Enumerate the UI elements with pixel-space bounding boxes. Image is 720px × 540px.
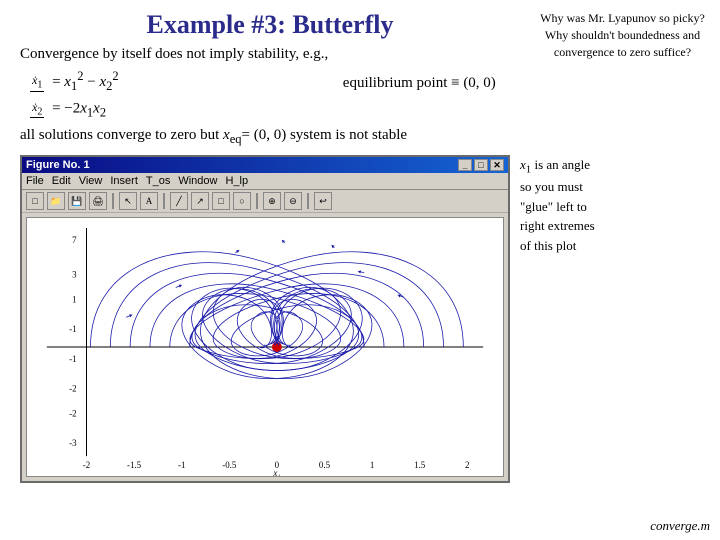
toolbar-line[interactable]: ╱ bbox=[170, 192, 188, 210]
page: Why was Mr. Lyapunov so picky? Why shoul… bbox=[0, 0, 720, 540]
svg-text:-1: -1 bbox=[178, 460, 185, 470]
window-titlebar: Figure No. 1 _ □ ✕ bbox=[22, 157, 508, 173]
window-toolbar: □ 📁 💾 🖨 ↖ A ╱ ↗ □ ○ ⊕ ⊖ ↩ bbox=[22, 190, 508, 213]
plot-svg: 7 3 1 -1 -1 -2 -2 -3 -2 -1.5 -1 -0.5 0 0… bbox=[27, 218, 503, 476]
toolbar-arrow2[interactable]: ↗ bbox=[191, 192, 209, 210]
toolbar-open[interactable]: 📁 bbox=[47, 192, 65, 210]
toolbar-arrow[interactable]: ↖ bbox=[119, 192, 137, 210]
window-controls: _ □ ✕ bbox=[458, 159, 504, 171]
menu-view[interactable]: View bbox=[79, 175, 103, 187]
menu-file[interactable]: File bbox=[26, 175, 44, 187]
top-right-note: Why was Mr. Lyapunov so picky? Why shoul… bbox=[535, 10, 710, 60]
svg-text:-1.5: -1.5 bbox=[127, 460, 142, 470]
toolbar-rect[interactable]: □ bbox=[212, 192, 230, 210]
toolbar-separator-1 bbox=[112, 193, 114, 209]
toolbar-print[interactable]: 🖨 bbox=[89, 192, 107, 210]
toolbar-new[interactable]: □ bbox=[26, 192, 44, 210]
svg-text:x₁: x₁ bbox=[272, 468, 280, 476]
equation-2: ẋ2 = −2x1x2 bbox=[30, 100, 119, 121]
close-button[interactable]: ✕ bbox=[490, 159, 504, 171]
equations-area: ẋ1 = x12 − x22 ẋ2 = −2x1x2 equilibrium p… bbox=[20, 67, 700, 123]
svg-text:-2: -2 bbox=[69, 383, 76, 393]
solutions-text: all solutions converge to zero but xeq= … bbox=[20, 127, 700, 147]
figure-plot-area: 7 3 1 -1 -1 -2 -2 -3 -2 -1.5 -1 -0.5 0 0… bbox=[26, 217, 504, 477]
menu-tools[interactable]: T_os bbox=[146, 175, 170, 187]
toolbar-save[interactable]: 💾 bbox=[68, 192, 86, 210]
menu-window[interactable]: Window bbox=[178, 175, 217, 187]
figure-window: Figure No. 1 _ □ ✕ File Edit View Insert… bbox=[20, 155, 510, 483]
angle-note: x1 is an angle so you must "glue" left t… bbox=[520, 155, 700, 256]
equation-1: ẋ1 = x12 − x22 bbox=[30, 69, 119, 94]
figure-title: Figure No. 1 bbox=[26, 159, 90, 171]
svg-text:-3: -3 bbox=[69, 438, 77, 448]
svg-text:7: 7 bbox=[72, 235, 77, 245]
menu-insert[interactable]: Insert bbox=[110, 175, 138, 187]
equilibrium-text: equilibrium point ≡ (0, 0) bbox=[343, 75, 496, 92]
toolbar-zoom-in[interactable]: ⊕ bbox=[263, 192, 281, 210]
svg-text:-1: -1 bbox=[69, 324, 76, 334]
toolbar-separator-3 bbox=[256, 193, 258, 209]
svg-text:1: 1 bbox=[72, 294, 76, 304]
right-side-notes: x1 is an angle so you must "glue" left t… bbox=[520, 155, 700, 256]
window-menubar: File Edit View Insert T_os Window H_lp bbox=[22, 173, 508, 190]
toolbar-separator-2 bbox=[163, 193, 165, 209]
svg-text:-1: -1 bbox=[69, 354, 76, 364]
main-content: Figure No. 1 _ □ ✕ File Edit View Insert… bbox=[20, 155, 700, 483]
toolbar-undo[interactable]: ↩ bbox=[314, 192, 332, 210]
svg-text:-2: -2 bbox=[83, 460, 90, 470]
svg-text:1: 1 bbox=[370, 460, 374, 470]
svg-text:-2: -2 bbox=[69, 408, 76, 418]
svg-text:3: 3 bbox=[72, 269, 77, 279]
toolbar-separator-4 bbox=[307, 193, 309, 209]
minimize-button[interactable]: _ bbox=[458, 159, 472, 171]
menu-help[interactable]: H_lp bbox=[225, 175, 248, 187]
toolbar-circle[interactable]: ○ bbox=[233, 192, 251, 210]
svg-text:2: 2 bbox=[465, 460, 469, 470]
svg-text:-0.5: -0.5 bbox=[222, 460, 237, 470]
equations: ẋ1 = x12 − x22 ẋ2 = −2x1x2 bbox=[20, 67, 139, 123]
toolbar-text[interactable]: A bbox=[140, 192, 158, 210]
converge-note: converge.m bbox=[650, 518, 710, 534]
svg-text:1.5: 1.5 bbox=[414, 460, 426, 470]
toolbar-zoom-out[interactable]: ⊖ bbox=[284, 192, 302, 210]
svg-text:0.5: 0.5 bbox=[319, 460, 331, 470]
maximize-button[interactable]: □ bbox=[474, 159, 488, 171]
menu-edit[interactable]: Edit bbox=[52, 175, 71, 187]
